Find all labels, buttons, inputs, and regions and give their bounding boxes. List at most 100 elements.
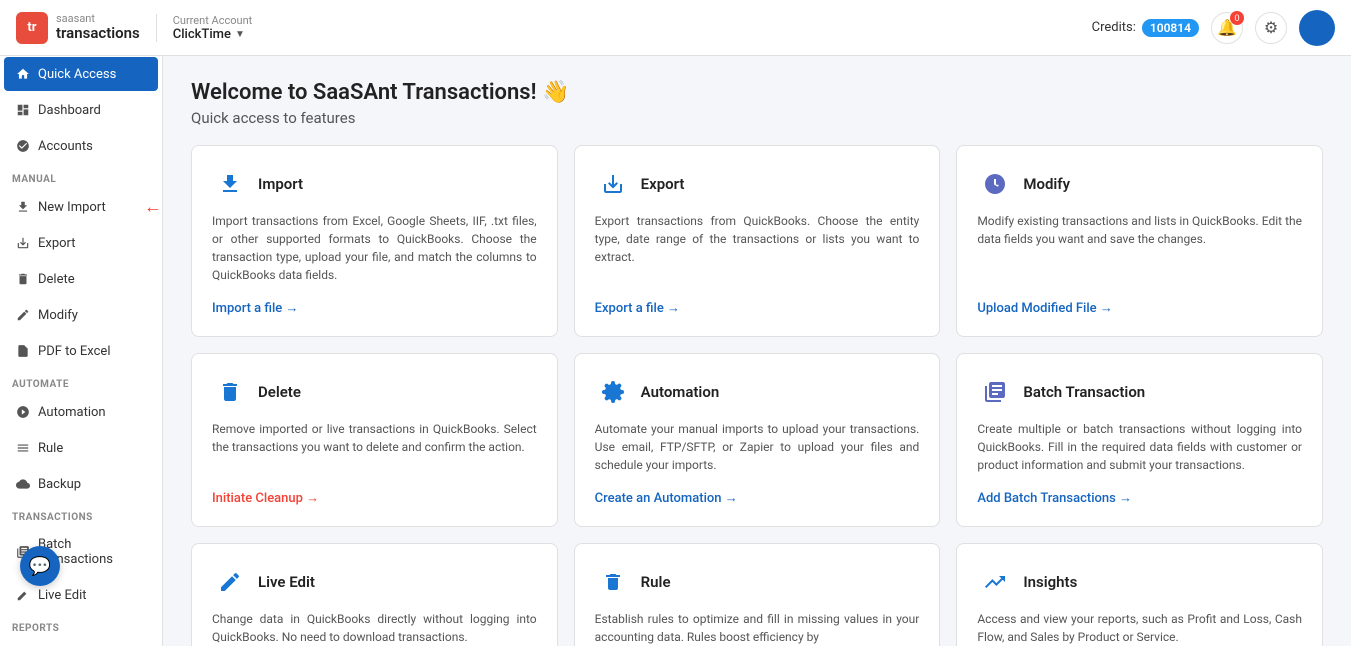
card-icon-export [595, 166, 631, 202]
card-header-automation: Automation [595, 374, 920, 410]
card-header-delete: Delete [212, 374, 537, 410]
card-title-automation: Automation [641, 383, 720, 401]
sidebar-label-accounts: Accounts [38, 139, 93, 154]
card-desc-batch-transaction: Create multiple or batch transactions wi… [977, 420, 1302, 474]
accounts-icon [16, 138, 30, 154]
sidebar-label-backup: Backup [38, 477, 81, 492]
card-title-import: Import [258, 175, 303, 193]
card-title-batch-transaction: Batch Transaction [1023, 383, 1145, 401]
card-live-edit: Live Edit Change data in QuickBooks dire… [191, 543, 558, 646]
export-icon [16, 235, 30, 251]
sidebar-label-automation: Automation [38, 405, 106, 420]
live-edit-icon [16, 587, 30, 603]
automation-icon [16, 404, 30, 420]
sidebar-item-automation[interactable]: Automation [4, 395, 158, 429]
credits-area: Credits: 100814 [1092, 19, 1199, 37]
card-icon-live-edit [212, 564, 248, 600]
card-header-batch-transaction: Batch Transaction [977, 374, 1302, 410]
account-name-dropdown[interactable]: ClickTime ▼ [173, 27, 253, 42]
card-icon-automation [595, 374, 631, 410]
avatar[interactable] [1299, 10, 1335, 46]
dashboard-icon [16, 102, 30, 118]
new-import-icon [16, 199, 30, 215]
card-icon-import [212, 166, 248, 202]
sidebar-item-live-edit[interactable]: Live Edit [4, 578, 158, 612]
card-export: Export Export transactions from QuickBoo… [574, 145, 941, 337]
card-header-export: Export [595, 166, 920, 202]
card-link-delete[interactable]: Initiate Cleanup → [212, 490, 537, 506]
sidebar-label-rule: Rule [38, 441, 63, 456]
cards-grid: Import Import transactions from Excel, G… [191, 145, 1323, 646]
sidebar-label-new-import: New Import [38, 200, 106, 215]
card-title-modify: Modify [1023, 175, 1070, 193]
quick-access-subtitle: Quick access to features [191, 109, 1323, 127]
header: tr saasant transactions Current Account … [0, 0, 1351, 56]
card-desc-import: Import transactions from Excel, Google S… [212, 212, 537, 284]
sidebar-label-delete: Delete [38, 272, 75, 287]
sidebar-section-automate: AUTOMATE [0, 369, 162, 394]
sidebar-item-delete[interactable]: Delete [4, 262, 158, 296]
card-header-live-edit: Live Edit [212, 564, 537, 600]
sidebar-label-dashboard: Dashboard [38, 103, 101, 118]
card-icon-rule [595, 564, 631, 600]
chat-bubble-button[interactable]: 💬 [20, 546, 60, 586]
sidebar-section-reports: REPORTS [0, 613, 162, 638]
body-wrap: Quick Access Dashboard Accounts MANUAL N… [0, 56, 1351, 646]
card-rule: Rule Establish rules to optimize and fil… [574, 543, 941, 646]
card-desc-export: Export transactions from QuickBooks. Cho… [595, 212, 920, 284]
sidebar-section-transactions: TRANSACTIONS [0, 502, 162, 527]
card-delete: Delete Remove imported or live transacti… [191, 353, 558, 527]
card-header-rule: Rule [595, 564, 920, 600]
card-import: Import Import transactions from Excel, G… [191, 145, 558, 337]
logo-icon: tr [16, 12, 48, 44]
credits-badge: 100814 [1142, 19, 1199, 37]
card-desc-modify: Modify existing transactions and lists i… [977, 212, 1302, 284]
card-desc-delete: Remove imported or live transactions in … [212, 420, 537, 474]
card-link-batch-transaction[interactable]: Add Batch Transactions → [977, 490, 1302, 506]
sidebar-item-modify[interactable]: Modify [4, 298, 158, 332]
sidebar-label-modify: Modify [38, 308, 78, 323]
card-link-import[interactable]: Import a file → [212, 300, 537, 316]
sidebar-item-new-import[interactable]: New Import ← [4, 190, 158, 224]
card-desc-insights: Access and view your reports, such as Pr… [977, 610, 1302, 646]
sidebar-item-accounts[interactable]: Accounts [4, 129, 158, 163]
card-title-export: Export [641, 175, 685, 193]
card-link-export[interactable]: Export a file → [595, 300, 920, 316]
card-batch-transaction: Batch Transaction Create multiple or bat… [956, 353, 1323, 527]
sidebar-label-quick-access: Quick Access [38, 67, 116, 82]
card-icon-batch-transaction [977, 374, 1013, 410]
sidebar-label-export: Export [38, 236, 76, 251]
notification-button[interactable]: 🔔 0 [1211, 12, 1243, 44]
logo-transactions: transactions [56, 25, 140, 42]
card-icon-insights [977, 564, 1013, 600]
sidebar-item-export[interactable]: Export [4, 226, 158, 260]
sidebar-item-quick-access[interactable]: Quick Access [4, 57, 158, 91]
account-info: Current Account ClickTime ▼ [156, 14, 253, 42]
sidebar-item-account-summary[interactable]: Account Summary [4, 639, 158, 646]
credits-label: Credits: [1092, 20, 1136, 35]
header-right: Credits: 100814 🔔 0 ⚙ [1092, 10, 1335, 46]
chevron-down-icon: ▼ [235, 29, 245, 40]
sidebar-item-rule[interactable]: Rule [4, 431, 158, 465]
card-desc-live-edit: Change data in QuickBooks directly witho… [212, 610, 537, 646]
card-automation: Automation Automate your manual imports … [574, 353, 941, 527]
account-label: Current Account [173, 14, 253, 27]
card-modify: Modify Modify existing transactions and … [956, 145, 1323, 337]
card-icon-delete [212, 374, 248, 410]
backup-icon [16, 476, 30, 492]
settings-button[interactable]: ⚙ [1255, 12, 1287, 44]
sidebar-item-dashboard[interactable]: Dashboard [4, 93, 158, 127]
sidebar-item-backup[interactable]: Backup [4, 467, 158, 501]
card-link-modify[interactable]: Upload Modified File → [977, 300, 1302, 316]
sidebar-item-pdf-to-excel[interactable]: PDF to Excel [4, 334, 158, 368]
card-title-insights: Insights [1023, 573, 1077, 591]
card-title-live-edit: Live Edit [258, 573, 315, 591]
logo-area: tr saasant transactions [16, 12, 140, 44]
home-icon [16, 66, 30, 82]
card-header-import: Import [212, 166, 537, 202]
card-title-rule: Rule [641, 573, 671, 591]
sidebar-section-manual: MANUAL [0, 164, 162, 189]
modify-icon [16, 307, 30, 323]
card-link-automation[interactable]: Create an Automation → [595, 490, 920, 506]
header-left: tr saasant transactions Current Account … [16, 12, 252, 44]
